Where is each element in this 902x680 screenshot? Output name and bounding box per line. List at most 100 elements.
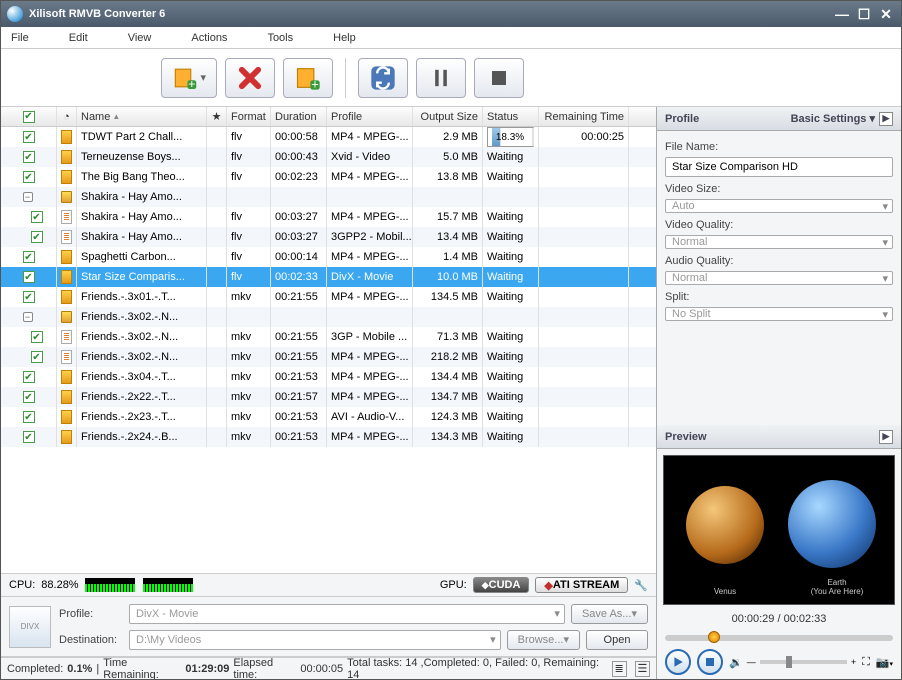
table-row[interactable]: ✔Friends.-.3x04.-.T...mkv00:21:53MP4 - M… bbox=[1, 367, 656, 387]
audio-quality-combo[interactable]: Normal bbox=[665, 271, 893, 285]
browse-button[interactable]: Browse... ▾ bbox=[507, 630, 580, 650]
video-size-combo[interactable]: Auto bbox=[665, 199, 893, 213]
row-checkbox[interactable]: ✔ bbox=[23, 431, 35, 443]
row-checkbox[interactable]: ✔ bbox=[23, 371, 35, 383]
table-row[interactable]: ✔Shakira - Hay Amo...flv00:03:27MP4 - MP… bbox=[1, 207, 656, 227]
fullscreen-icon[interactable]: ⛶ bbox=[862, 656, 870, 669]
add-profile-button[interactable]: + bbox=[283, 58, 333, 98]
volume-slider[interactable] bbox=[760, 660, 847, 664]
table-row[interactable]: ✔Friends.-.2x23.-.T...mkv00:21:53AVI - A… bbox=[1, 407, 656, 427]
expand-profile-icon[interactable]: ▶ bbox=[879, 112, 893, 126]
menu-edit[interactable]: Edit bbox=[69, 32, 88, 44]
play-button[interactable] bbox=[665, 649, 691, 675]
col-duration[interactable]: Duration bbox=[271, 107, 327, 126]
table-row[interactable]: ✔TDWT Part 2 Chall...flv00:00:58MP4 - MP… bbox=[1, 127, 656, 147]
filename-input[interactable]: Star Size Comparison HD bbox=[665, 157, 893, 177]
menu-help[interactable]: Help bbox=[333, 32, 356, 44]
titlebar[interactable]: Xilisoft RMVB Converter 6 — ☐ ✕ bbox=[1, 1, 901, 27]
cpu-graph-2 bbox=[143, 578, 193, 592]
convert-button[interactable] bbox=[358, 58, 408, 98]
col-output[interactable]: Output Size bbox=[413, 107, 483, 126]
list-icon[interactable]: ☰ bbox=[635, 661, 650, 677]
col-format[interactable]: Format bbox=[227, 107, 271, 126]
row-checkbox[interactable]: ✔ bbox=[23, 291, 35, 303]
video-quality-combo[interactable]: Normal bbox=[665, 235, 893, 249]
profile-panel-body: File Name: Star Size Comparison HD Video… bbox=[657, 131, 901, 329]
table-row[interactable]: ✔Friends.-.3x02.-.N...mkv00:21:553GP - M… bbox=[1, 327, 656, 347]
table-row[interactable]: ✔Spaghetti Carbon...flv00:00:14MP4 - MPE… bbox=[1, 247, 656, 267]
profile-combo[interactable]: DivX - Movie bbox=[129, 604, 565, 624]
minimize-button[interactable]: — bbox=[833, 7, 851, 21]
log-icon[interactable]: ≣ bbox=[612, 661, 627, 677]
table-row[interactable]: −Shakira - Hay Amo... bbox=[1, 187, 656, 207]
seek-handle[interactable] bbox=[708, 631, 720, 643]
gpu-cuda-badge[interactable]: ◆ CUDA bbox=[473, 577, 530, 593]
table-row[interactable]: ✔Friends.-.3x01.-.T...mkv00:21:55MP4 - M… bbox=[1, 287, 656, 307]
col-type-icon[interactable]: ◔ bbox=[57, 107, 77, 126]
delete-button[interactable] bbox=[225, 58, 275, 98]
snapshot-icon[interactable]: 📷▾ bbox=[876, 656, 893, 669]
add-file-button[interactable]: +▾ bbox=[161, 58, 217, 98]
svg-text:+: + bbox=[311, 76, 319, 91]
stop-preview-button[interactable] bbox=[697, 649, 723, 675]
volume-icon[interactable]: 🔉 bbox=[729, 656, 743, 669]
col-status[interactable]: Status bbox=[483, 107, 539, 126]
row-checkbox[interactable]: ✔ bbox=[23, 131, 35, 143]
col-star[interactable]: ★ bbox=[207, 107, 227, 126]
row-checkbox[interactable]: ✔ bbox=[31, 211, 43, 223]
video-file-icon bbox=[61, 390, 72, 404]
row-checkbox[interactable]: ✔ bbox=[23, 271, 35, 283]
pause-button[interactable] bbox=[416, 58, 466, 98]
table-row[interactable]: ✔Friends.-.3x02.-.N...mkv00:21:55MP4 - M… bbox=[1, 347, 656, 367]
menu-file[interactable]: File bbox=[11, 32, 29, 44]
col-remaining[interactable]: Remaining Time bbox=[539, 107, 629, 126]
row-checkbox[interactable]: ✔ bbox=[23, 391, 35, 403]
preview-panel-header: Preview ▶ bbox=[657, 425, 901, 449]
progress-bar: 18.3% bbox=[487, 127, 534, 147]
folder-icon bbox=[61, 191, 72, 203]
settings-icon[interactable]: 🔧 bbox=[634, 579, 648, 592]
table-row[interactable]: ✔Terneuzense Boys...flv00:00:43Xvid - Vi… bbox=[1, 147, 656, 167]
resource-bar: CPU: 88.28% GPU: ◆ CUDA ◆ ATI STREAM 🔧 bbox=[1, 573, 656, 597]
table-body: ✔TDWT Part 2 Chall...flv00:00:58MP4 - MP… bbox=[1, 127, 656, 573]
cpu-pct: 88.28% bbox=[41, 579, 78, 591]
open-button[interactable]: Open bbox=[586, 630, 648, 650]
preview-seek-bar[interactable] bbox=[665, 635, 893, 641]
row-checkbox[interactable]: ✔ bbox=[23, 251, 35, 263]
row-checkbox[interactable]: ✔ bbox=[23, 411, 35, 423]
collapse-icon[interactable]: − bbox=[23, 312, 33, 322]
collapse-icon[interactable]: − bbox=[23, 192, 33, 202]
expand-preview-icon[interactable]: ▶ bbox=[879, 430, 893, 444]
status-bar: Completed: 0.1% | Time Remaining: 01:29:… bbox=[1, 657, 656, 679]
folder-icon bbox=[61, 311, 72, 323]
table-row[interactable]: ✔Friends.-.2x24.-.B...mkv00:21:53MP4 - M… bbox=[1, 427, 656, 447]
col-profile[interactable]: Profile bbox=[327, 107, 413, 126]
row-checkbox[interactable]: ✔ bbox=[23, 151, 35, 163]
volume-handle[interactable] bbox=[786, 656, 792, 668]
select-all-checkbox[interactable]: ✔ bbox=[23, 111, 35, 123]
gpu-ati-badge[interactable]: ◆ ATI STREAM bbox=[535, 577, 628, 593]
video-file-icon bbox=[61, 150, 72, 164]
video-file-icon bbox=[61, 410, 72, 424]
save-as-button[interactable]: Save As... ▾ bbox=[571, 604, 648, 624]
row-checkbox[interactable]: ✔ bbox=[23, 171, 35, 183]
row-checkbox[interactable]: ✔ bbox=[31, 331, 43, 343]
maximize-button[interactable]: ☐ bbox=[855, 7, 873, 21]
destination-label: Destination: bbox=[59, 634, 123, 646]
close-button[interactable]: ✕ bbox=[877, 7, 895, 21]
row-checkbox[interactable]: ✔ bbox=[31, 351, 43, 363]
settings-dropdown[interactable]: Basic Settings ▾ bbox=[791, 112, 875, 125]
table-row[interactable]: ✔The Big Bang Theo...flv00:02:23MP4 - MP… bbox=[1, 167, 656, 187]
menu-tools[interactable]: Tools bbox=[267, 32, 293, 44]
split-combo[interactable]: No Split bbox=[665, 307, 893, 321]
table-row[interactable]: ✔Friends.-.2x22.-.T...mkv00:21:57MP4 - M… bbox=[1, 387, 656, 407]
table-row[interactable]: ✔Shakira - Hay Amo...flv00:03:273GPP2 - … bbox=[1, 227, 656, 247]
table-row[interactable]: −Friends.-.3x02.-.N... bbox=[1, 307, 656, 327]
stop-button[interactable] bbox=[474, 58, 524, 98]
row-checkbox[interactable]: ✔ bbox=[31, 231, 43, 243]
col-name[interactable]: Name▲ bbox=[77, 107, 207, 126]
destination-combo[interactable]: D:\My Videos bbox=[129, 630, 501, 650]
table-row[interactable]: ✔Star Size Comparis...flv00:02:33DivX - … bbox=[1, 267, 656, 287]
menu-actions[interactable]: Actions bbox=[191, 32, 227, 44]
menu-view[interactable]: View bbox=[128, 32, 152, 44]
